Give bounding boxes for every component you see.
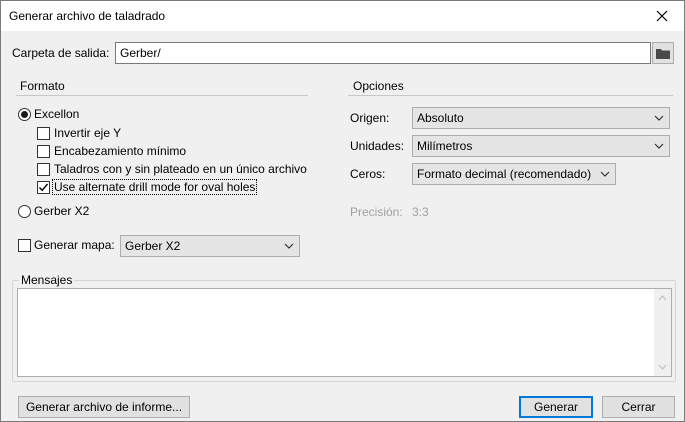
messages-textarea[interactable] bbox=[17, 288, 672, 377]
title-bar: Generar archivo de taladrado bbox=[1, 1, 684, 31]
map-format-select[interactable]: Gerber X2 bbox=[120, 235, 300, 257]
format-separator bbox=[16, 95, 308, 96]
checkmark-icon bbox=[38, 183, 49, 192]
minimal-header-checkbox[interactable] bbox=[37, 145, 50, 158]
merge-pth-npth-label: Taladros con y sin plateado en un único … bbox=[54, 162, 307, 176]
map-format-value: Gerber X2 bbox=[125, 239, 181, 253]
excellon-radio[interactable] bbox=[18, 108, 31, 121]
alternate-drill-mode-checkbox[interactable] bbox=[37, 181, 50, 194]
invert-y-label: Invertir eje Y bbox=[54, 126, 122, 140]
generate-map-checkbox[interactable] bbox=[18, 239, 31, 252]
generate-report-label: Generar archivo de informe... bbox=[25, 400, 183, 414]
scroll-down-icon bbox=[658, 364, 667, 370]
precision-label: Precisión: bbox=[350, 205, 403, 219]
format-group-title: Formato bbox=[20, 79, 65, 93]
close-button[interactable] bbox=[640, 1, 684, 31]
browse-folder-button[interactable] bbox=[652, 42, 674, 64]
dialog-title: Generar archivo de taladrado bbox=[9, 9, 166, 23]
options-group-title: Opciones bbox=[353, 79, 404, 93]
units-select[interactable]: Milímetros bbox=[412, 135, 670, 157]
gerber-x2-label: Gerber X2 bbox=[34, 204, 90, 218]
origin-value: Absoluto bbox=[417, 111, 464, 125]
output-folder-value: Gerber/ bbox=[120, 46, 161, 60]
origin-select[interactable]: Absoluto bbox=[412, 107, 670, 129]
generate-report-button[interactable]: Generar archivo de informe... bbox=[18, 396, 190, 418]
output-folder-input[interactable]: Gerber/ bbox=[115, 42, 651, 64]
alternate-drill-mode-label: Use alternate drill mode for oval holes bbox=[51, 179, 258, 195]
zeros-label: Ceros: bbox=[350, 167, 386, 181]
precision-value: 3:3 bbox=[412, 205, 429, 219]
units-value: Milímetros bbox=[417, 139, 473, 153]
output-folder-label: Carpeta de salida: bbox=[12, 46, 110, 60]
zeros-value: Formato decimal (recomendado) bbox=[417, 167, 592, 181]
origin-label: Origen: bbox=[350, 111, 390, 125]
gerber-x2-radio[interactable] bbox=[18, 205, 31, 218]
folder-icon bbox=[656, 48, 670, 59]
units-label: Unidades: bbox=[350, 139, 405, 153]
messages-group-title: Mensajes bbox=[19, 273, 75, 287]
minimal-header-label: Encabezamiento mínimo bbox=[54, 144, 187, 158]
close-icon bbox=[656, 10, 668, 22]
chevron-down-icon bbox=[599, 168, 611, 180]
cancel-label: Cerrar bbox=[621, 400, 656, 414]
generate-map-label: Generar mapa: bbox=[34, 238, 115, 252]
drill-file-dialog: Generar archivo de taladrado Carpeta de … bbox=[0, 0, 685, 422]
generate-button[interactable]: Generar bbox=[519, 396, 593, 418]
chevron-down-icon bbox=[653, 112, 665, 124]
chevron-down-icon bbox=[283, 240, 295, 252]
chevron-down-icon bbox=[653, 140, 665, 152]
cancel-button[interactable]: Cerrar bbox=[602, 396, 675, 418]
invert-y-checkbox[interactable] bbox=[37, 127, 50, 140]
generate-label: Generar bbox=[533, 400, 579, 414]
messages-scrollbar[interactable] bbox=[654, 289, 671, 376]
scroll-up-icon bbox=[658, 295, 667, 301]
options-separator bbox=[348, 95, 673, 96]
merge-pth-npth-checkbox[interactable] bbox=[37, 163, 50, 176]
zeros-select[interactable]: Formato decimal (recomendado) bbox=[412, 163, 616, 185]
excellon-label: Excellon bbox=[34, 107, 80, 121]
